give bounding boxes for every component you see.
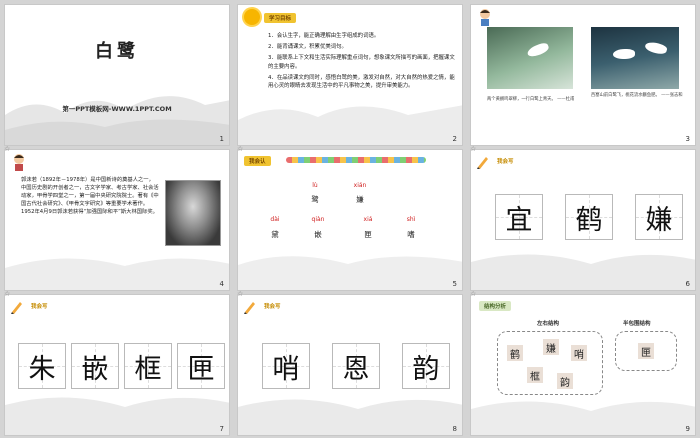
egret-photo-left [487, 27, 573, 89]
slide-transition-icon: ☆ [4, 145, 11, 153]
slide-number: 1 [219, 135, 224, 143]
slide-thumbnail-8[interactable]: 我会写 哨 恩 韵 8 [237, 294, 463, 436]
hanzi: 匣 [364, 230, 372, 239]
writing-grid-cell: 哨 [262, 343, 310, 389]
author-bio: 郭沫若（1892年－1978年）是中国新诗的奠基人之一，中国历史剧的开创者之一，… [21, 177, 159, 216]
pencil-icon [477, 157, 488, 169]
structure-character: 嫌 [543, 339, 559, 355]
student-icon [480, 9, 490, 26]
hanzi: 鹭 [311, 195, 319, 204]
structure-character: 韵 [557, 373, 573, 389]
author-portrait [165, 180, 221, 246]
writing-grid-cell: 嫌 [635, 194, 683, 240]
hanzi: 嵌 [314, 230, 322, 239]
egret-icon [644, 40, 668, 56]
student-icon [14, 154, 24, 171]
section-tag: 结构分析 [479, 301, 512, 311]
slide-number: 4 [219, 280, 224, 288]
slide-thumbnail-1[interactable]: 白鹭 第一PPT模板网-WWW.1PPT.COM 1 [4, 4, 230, 146]
slide-thumbnail-6[interactable]: 我会写 宜 鹤 嫌 6 [470, 149, 696, 291]
poem-caption-left: 两个黄鹂鸣翠柳，一行白鹭上青天。 ——杜甫 [487, 97, 575, 102]
goal-item: 3．能联系上下文和生活实际理解重点词句，想象课文所描写的画面，把握课文的主要内容… [268, 55, 455, 70]
structure-character: 框 [527, 367, 543, 383]
pencil-icon [244, 302, 255, 314]
pinyin: xiá [363, 216, 373, 223]
slide-number: 3 [685, 135, 690, 143]
slide-thumbnail-4[interactable]: 郭沫若（1892年－1978年）是中国新诗的奠基人之一，中国历史剧的开创者之一，… [4, 149, 230, 291]
egret-photo-right [591, 27, 679, 89]
slide-transition-icon: ☆ [237, 290, 244, 298]
slide-subtitle: 第一PPT模板网-WWW.1PPT.COM [62, 105, 172, 113]
slide-transition-icon: ☆ [470, 290, 477, 298]
pinyin: qiàn [311, 216, 325, 223]
structure-character: 哨 [571, 345, 587, 361]
slide-number: 5 [452, 280, 457, 288]
section-tag: 我会认 [244, 156, 271, 166]
writing-grid-cell: 框 [124, 343, 172, 389]
egret-icon [613, 49, 635, 59]
goal-item: 4．在品读课文的同时，感悟白鹭的美，激发对自然，对大自然的热爱之情，能用心灵的眼… [268, 74, 455, 90]
writing-grid-cell: 恩 [332, 343, 380, 389]
structure-label-semi-enclosed: 半包围结构 [623, 321, 651, 327]
character-row: 哨 恩 韵 [262, 343, 450, 389]
writing-grid-cell: 韵 [402, 343, 450, 389]
bead-decoration [286, 157, 426, 165]
pinyin: lù [312, 182, 318, 189]
pinyin: xián [353, 182, 367, 189]
slide-number: 2 [452, 135, 457, 143]
pencil-icon [11, 302, 22, 314]
writing-grid-cell: 鹤 [565, 194, 613, 240]
section-tag: 学习目标 [264, 13, 297, 23]
pinyin: shì [406, 216, 416, 223]
structure-label-left-right: 左右结构 [537, 321, 560, 327]
slide-number: 6 [685, 280, 690, 288]
slide-transition-icon: ☆ [237, 145, 244, 153]
slide-number: 7 [219, 425, 224, 433]
hanzi: 嗜 [407, 230, 415, 239]
writing-grid-cell: 匣 [177, 343, 225, 389]
section-tag: 我会写 [264, 304, 281, 310]
slide-thumbnail-9[interactable]: 结构分析 左右结构 半包围结构 鹤 嫌 哨 框 韵 匣 9 [470, 294, 696, 436]
section-tag: 我会写 [497, 159, 514, 165]
slide-thumbnail-2[interactable]: 学习目标 1．会认生字，能正确理解由生字组成的词语。 2．能背诵课文，积累优美词… [237, 4, 463, 146]
hanzi: 黛 [271, 230, 279, 239]
structure-character: 匣 [638, 343, 654, 359]
slide-title: 白鹭 [95, 41, 139, 62]
slide-transition-icon: ☆ [4, 290, 11, 298]
writing-grid-cell: 嵌 [71, 343, 119, 389]
learning-goals: 1．会认生字，能正确理解由生字组成的词语。 2．能背诵课文，积累优美词句。 3．… [268, 32, 458, 93]
slide-number: 8 [452, 425, 457, 433]
writing-grid-cell: 朱 [18, 343, 66, 389]
slide-sorter-grid: 白鹭 第一PPT模板网-WWW.1PPT.COM 1 学习目标 1．会认生字，能… [0, 0, 700, 438]
slide-transition-icon: ☆ [470, 145, 477, 153]
slide-number: 9 [685, 425, 690, 433]
pinyin: dài [270, 216, 280, 223]
egret-icon [525, 41, 551, 59]
goal-item: 2．能背诵课文，积累优美词句。 [268, 44, 347, 51]
slide-thumbnail-7[interactable]: 我会写 朱 嵌 框 匣 7 [4, 294, 230, 436]
section-tag: 我会写 [31, 304, 48, 310]
character-row: 朱 嵌 框 匣 [18, 343, 225, 389]
character-row: 宜 鹤 嫌 [495, 194, 683, 240]
sun-icon [244, 9, 260, 25]
writing-grid-cell: 宜 [495, 194, 543, 240]
hanzi: 嫌 [356, 195, 364, 204]
goal-item: 1．会认生字，能正确理解由生字组成的词语。 [268, 33, 380, 39]
structure-character: 鹤 [507, 345, 523, 361]
poem-caption-right: 西塞山前白鹭飞，桃花流水鳜鱼肥。 ——张志和 [591, 93, 683, 98]
slide-thumbnail-3[interactable]: 两个黄鹂鸣翠柳，一行白鹭上青天。 ——杜甫 西塞山前白鹭飞，桃花流水鳜鱼肥。 —… [470, 4, 696, 146]
slide-thumbnail-5[interactable]: 我会认 lù 鹭 xián 嫌 dài 黛 qiàn 嵌 xiá 匣 shì 嗜… [237, 149, 463, 291]
